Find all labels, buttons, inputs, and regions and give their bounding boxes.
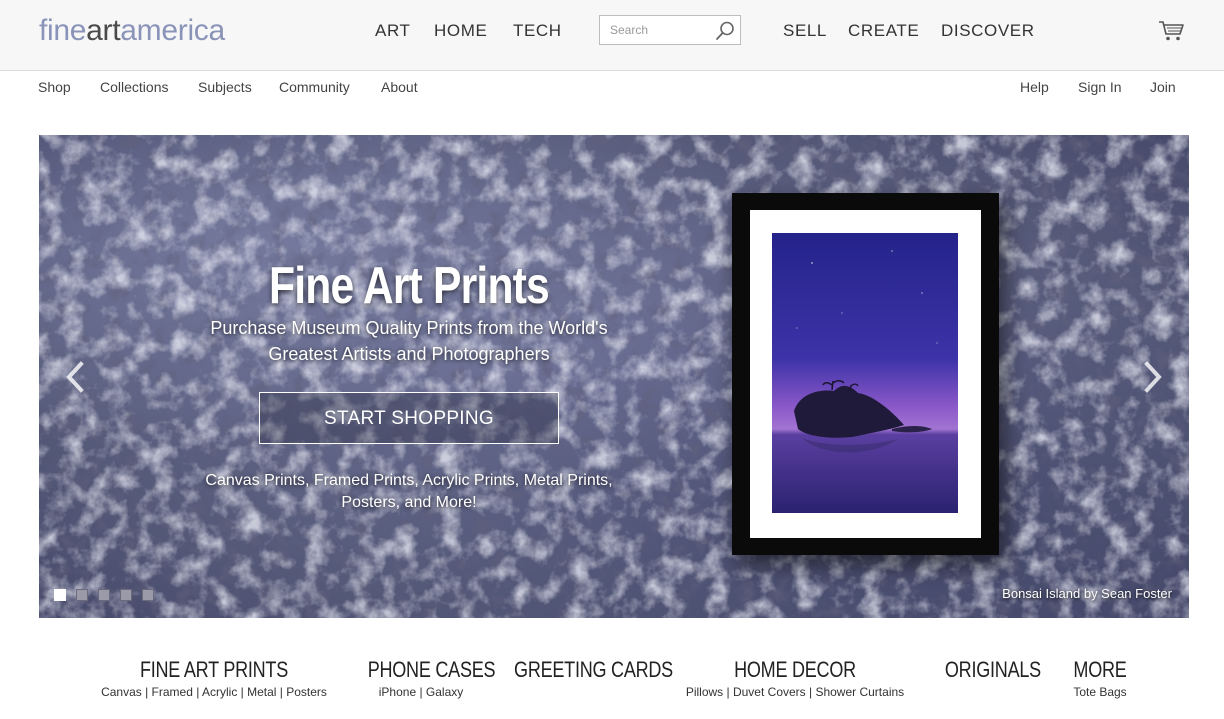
search-box [599,15,741,45]
category-sublinks[interactable]: iPhone | Galaxy [356,684,486,700]
cart-icon[interactable] [1158,20,1185,42]
top-header: fineartamerica ART HOME TECH SELL CREATE… [0,0,1224,71]
chevron-left-icon[interactable] [61,358,89,396]
subnav-shop[interactable]: Shop [38,78,71,96]
hero-types-line2: Posters, and More! [341,494,477,511]
subnav-sign-in[interactable]: Sign In [1078,78,1122,96]
category-phone-cases: PHONE CASES iPhone | Galaxy [356,657,496,700]
framed-artwork[interactable] [732,193,999,555]
subnav-help[interactable]: Help [1020,78,1049,96]
hero-title: Fine Art Prints [269,257,550,315]
nav-sell[interactable]: SELL [783,20,827,42]
category-title[interactable]: ORIGINALS [945,657,1041,683]
subnav-community[interactable]: Community [279,78,350,96]
search-input[interactable] [600,16,710,44]
subnav-join[interactable]: Join [1150,78,1176,96]
hero-product-types: Canvas Prints, Framed Prints, Acrylic Pr… [189,470,629,514]
artwork-credit[interactable]: Bonsai Island by Sean Foster [919,585,1172,603]
logo-part-art: art [86,14,121,47]
stucco-wall-texture [39,135,1189,618]
chevron-right-icon[interactable] [1139,358,1167,396]
artwork-mat [750,210,981,538]
category-sublinks[interactable]: Pillows | Duvet Covers | Shower Curtains [683,684,907,700]
hero-subtitle: Purchase Museum Quality Prints from the … [189,315,629,367]
subnav-about[interactable]: About [381,78,418,96]
category-originals: ORIGINALS [935,657,1045,683]
logo-part-america: america [120,14,225,47]
start-shopping-button[interactable]: START SHOPPING [259,392,559,444]
category-title[interactable]: FINE ART PRINTS [121,657,308,683]
category-fine-art-prints: FINE ART PRINTS Canvas | Framed | Acryli… [100,657,328,700]
nav-art[interactable]: ART [375,20,411,42]
bonsai-island-artwork [772,233,958,513]
slide-dot-5[interactable] [142,589,154,601]
category-title[interactable]: PHONE CASES [368,657,496,683]
slide-dot-2[interactable] [76,589,88,601]
slide-dot-3[interactable] [98,589,110,601]
hero-subtitle-line2: Greatest Artists and Photographers [268,344,550,364]
slide-dot-4[interactable] [120,589,132,601]
category-sublinks[interactable]: Canvas | Framed | Acrylic | Metal | Post… [100,684,328,700]
slide-dot-1[interactable] [54,589,66,601]
hero-subtitle-line1: Purchase Museum Quality Prints from the … [210,318,608,338]
nav-discover[interactable]: DISCOVER [941,20,1035,42]
logo-part-fine: fine [39,14,87,47]
hero-types-line1: Canvas Prints, Framed Prints, Acrylic Pr… [205,472,613,489]
subnav-subjects[interactable]: Subjects [198,78,252,96]
category-title[interactable]: HOME DECOR [703,657,887,683]
nav-home[interactable]: HOME [434,20,487,42]
site-logo[interactable]: fineartamerica [39,14,225,48]
category-sublinks[interactable]: Tote Bags [1060,684,1140,700]
search-icon[interactable] [714,20,736,42]
category-title[interactable]: MORE [1067,657,1133,683]
category-greeting-cards: GREETING CARDS [500,657,673,683]
nav-create[interactable]: CREATE [848,20,919,42]
subnav-collections[interactable]: Collections [100,78,168,96]
hero-slider: Fine Art Prints Purchase Museum Quality … [39,135,1189,618]
category-title[interactable]: GREETING CARDS [514,657,673,683]
nav-tech[interactable]: TECH [513,20,562,42]
category-more: MORE Tote Bags [1060,657,1140,700]
category-home-decor: HOME DECOR Pillows | Duvet Covers | Show… [683,657,907,700]
